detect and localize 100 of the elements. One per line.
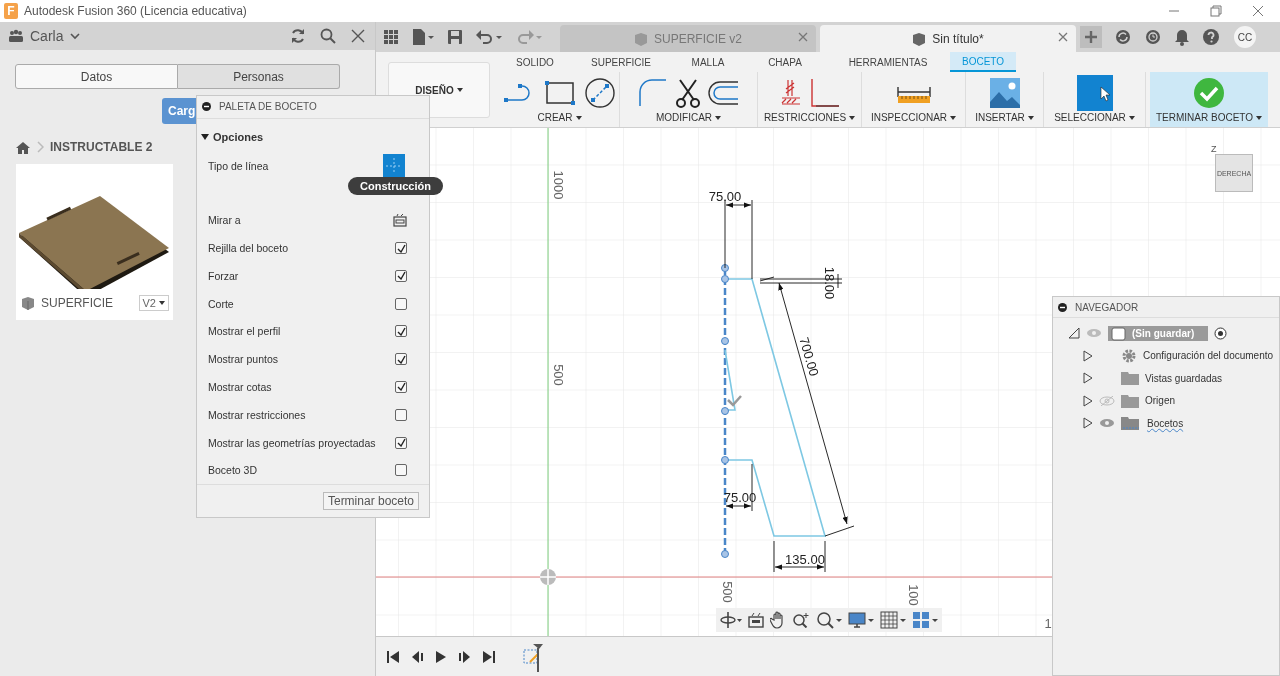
- sketch-point: [721, 456, 729, 464]
- checkbox[interactable]: [395, 297, 407, 310]
- image-icon[interactable]: [989, 78, 1020, 108]
- grid-icon[interactable]: [880, 611, 906, 629]
- dimension-label[interactable]: 700.00: [796, 335, 822, 378]
- bell-icon[interactable]: [1174, 28, 1190, 46]
- triangle-down-icon[interactable]: [201, 132, 209, 141]
- axis-label: 1000: [550, 170, 566, 200]
- browser-item[interactable]: Origen: [1145, 395, 1175, 407]
- viewports-icon[interactable]: [912, 611, 938, 629]
- collapse-icon[interactable]: [1058, 302, 1067, 312]
- ribbon-tab[interactable]: CHAPA: [744, 52, 826, 72]
- dimension-line: [773, 540, 826, 573]
- checkbox[interactable]: [395, 269, 407, 282]
- breadcrumb-folder[interactable]: INSTRUCTABLE 2: [50, 140, 153, 154]
- zoom-icon[interactable]: [792, 612, 810, 628]
- checkbox[interactable]: [395, 381, 407, 393]
- checkbox[interactable]: [395, 325, 407, 338]
- browser-item[interactable]: Configuración del documento: [1143, 350, 1274, 362]
- box-icon: [634, 31, 648, 46]
- previous-icon[interactable]: [410, 648, 424, 665]
- search-icon[interactable]: [319, 27, 337, 45]
- ribbon-tab[interactable]: HERRAMIENTAS: [826, 52, 950, 72]
- tool-group-menu[interactable]: INSPECCIONAR: [870, 112, 957, 123]
- display-icon[interactable]: [848, 611, 874, 629]
- people-icon: [8, 29, 24, 43]
- collapse-triangle-icon[interactable]: [1068, 327, 1080, 340]
- look-at-icon[interactable]: [748, 612, 764, 628]
- dimension-label[interactable]: 75.00: [708, 189, 742, 205]
- zoom-fit-icon[interactable]: [816, 611, 842, 629]
- user-name[interactable]: Carla: [30, 28, 64, 44]
- new-tab-button[interactable]: [1080, 26, 1102, 48]
- tool-group-menu[interactable]: TERMINAR BOCETO: [1155, 112, 1262, 123]
- save-icon[interactable]: [448, 30, 462, 44]
- expand-triangle-icon[interactable]: [1083, 394, 1093, 407]
- orbit-icon[interactable]: [720, 611, 742, 629]
- refresh-icon[interactable]: [289, 27, 307, 45]
- look-at-icon[interactable]: [393, 213, 407, 228]
- checkbox[interactable]: [395, 464, 407, 477]
- chevron-right-icon: [36, 141, 44, 153]
- checkmark-icon[interactable]: [1193, 77, 1225, 109]
- checkmark-icon: [396, 354, 406, 364]
- browser-item[interactable]: Bocetos: [1147, 417, 1184, 429]
- panel-tab[interactable]: Personas: [178, 64, 340, 89]
- ribbon-tab[interactable]: MALLA: [672, 52, 744, 72]
- checkbox[interactable]: [395, 353, 407, 366]
- select-icon[interactable]: [1076, 75, 1113, 111]
- document-tab[interactable]: Sin título*: [820, 25, 1076, 52]
- restore-icon[interactable]: [1208, 3, 1224, 19]
- dimension-label[interactable]: 18.00: [821, 266, 837, 300]
- tool-group-menu[interactable]: MODIFICAR: [655, 112, 722, 123]
- construction-toggle[interactable]: [383, 153, 405, 178]
- tool-group-menu[interactable]: CREAR: [537, 112, 582, 123]
- checkbox[interactable]: [395, 242, 407, 254]
- checkbox[interactable]: [395, 408, 407, 421]
- rectangle-icon[interactable]: [542, 78, 577, 108]
- ribbon-tab[interactable]: SOLIDO: [500, 52, 570, 72]
- account-avatar[interactable]: CC: [1234, 26, 1256, 48]
- file-card[interactable]: SUPERFICIE V2: [16, 164, 173, 320]
- chevron-down-icon[interactable]: [69, 30, 82, 42]
- undo-icon[interactable]: [476, 29, 502, 45]
- close-icon[interactable]: [798, 32, 808, 42]
- dimension-label[interactable]: 75.00: [723, 490, 757, 506]
- clock-icon[interactable]: [1144, 28, 1162, 46]
- browser-item[interactable]: Vistas guardadas: [1145, 372, 1223, 384]
- scissors-icon[interactable]: [673, 78, 702, 108]
- offset-icon[interactable]: [707, 80, 740, 106]
- checkmark-icon: [396, 382, 406, 392]
- tool-group-menu[interactable]: SELECCIONAR: [1054, 112, 1135, 123]
- close-icon[interactable]: [1250, 3, 1266, 19]
- close-icon[interactable]: [1058, 32, 1068, 42]
- panel-tab[interactable]: Datos: [15, 64, 178, 89]
- section-title[interactable]: Opciones: [213, 130, 264, 143]
- home-icon[interactable]: [16, 140, 30, 154]
- grid-menu-icon[interactable]: [384, 30, 398, 44]
- next-icon[interactable]: [458, 648, 472, 665]
- version-dropdown[interactable]: V2: [138, 295, 169, 311]
- help-icon[interactable]: [1202, 28, 1220, 46]
- file-icon[interactable]: [412, 29, 434, 45]
- dimension-label[interactable]: 135.00: [785, 552, 825, 568]
- ribbon-tab[interactable]: SUPERFICIE: [570, 52, 672, 72]
- radio-icon[interactable]: [1214, 326, 1228, 340]
- expand-triangle-icon[interactable]: [1083, 372, 1093, 385]
- play-icon[interactable]: [434, 648, 448, 665]
- fillet-icon[interactable]: [637, 78, 668, 108]
- sync-icon[interactable]: [1114, 28, 1132, 46]
- expand-triangle-icon[interactable]: [1083, 349, 1093, 362]
- tool-group-menu[interactable]: INSERTAR: [975, 112, 1034, 123]
- close-icon[interactable]: [349, 27, 367, 45]
- pan-icon[interactable]: [770, 611, 786, 629]
- first-icon[interactable]: [386, 648, 400, 665]
- coincident-icon[interactable]: [779, 78, 802, 108]
- collapse-icon[interactable]: [202, 102, 211, 112]
- checkbox[interactable]: [395, 436, 407, 449]
- last-icon[interactable]: [482, 648, 496, 665]
- circle-icon[interactable]: [582, 77, 617, 109]
- expand-triangle-icon[interactable]: [1083, 417, 1093, 430]
- finish-sketch-button[interactable]: Terminar boceto: [322, 492, 419, 511]
- tool-group-menu[interactable]: RESTRICCIONES: [763, 112, 856, 123]
- caret-icon: [159, 301, 165, 305]
